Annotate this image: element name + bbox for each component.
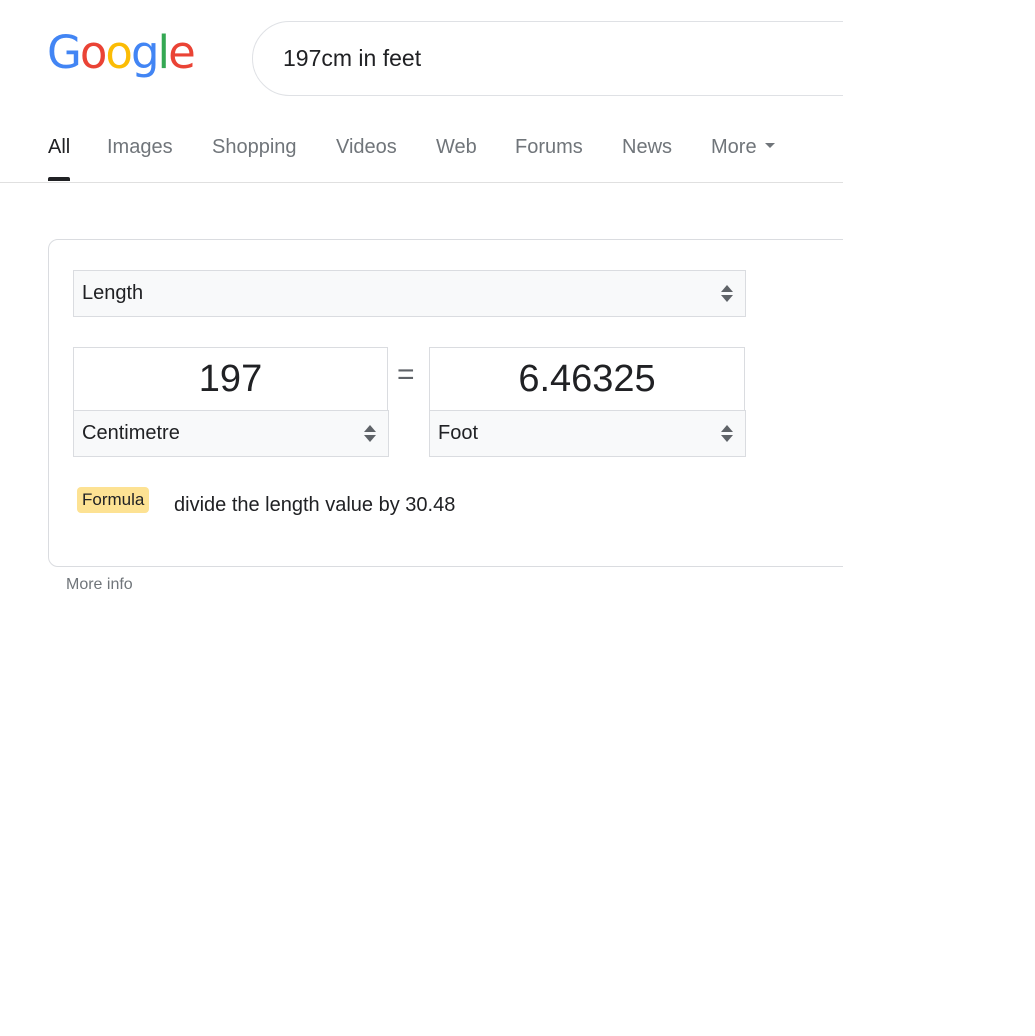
tab-forums[interactable]: Forums xyxy=(515,136,583,159)
logo-letter: G xyxy=(47,26,82,79)
tab-videos[interactable]: Videos xyxy=(336,136,397,159)
search-box[interactable] xyxy=(252,21,843,96)
caret-down-icon xyxy=(764,143,775,149)
formula-text: divide the length value by 30.48 xyxy=(174,494,456,516)
search-tabs: All Images Shopping Videos Web Forums Ne… xyxy=(0,120,843,183)
to-unit-select[interactable]: Foot xyxy=(429,410,746,457)
search-results-page: Google All Images Shopping Videos Web Fo… xyxy=(0,0,843,590)
category-value: Length xyxy=(82,282,144,304)
tab-news[interactable]: News xyxy=(622,136,672,159)
equals-sign: = xyxy=(397,358,415,391)
to-value-box xyxy=(429,347,745,411)
select-arrows-icon xyxy=(364,424,376,444)
tab-label: Shopping xyxy=(212,136,297,158)
more-info-link[interactable]: More info xyxy=(66,576,133,590)
tab-label: Web xyxy=(436,136,477,158)
search-input[interactable] xyxy=(283,45,783,72)
to-value-input[interactable] xyxy=(430,348,744,411)
tab-label: Forums xyxy=(515,136,583,158)
logo-letter: o xyxy=(79,26,108,79)
unit-converter-card: Length Centimetre = Foot Formula divide … xyxy=(48,239,843,567)
select-arrows-icon xyxy=(721,284,733,304)
tab-label: Images xyxy=(107,136,173,158)
tab-label: Videos xyxy=(336,136,397,158)
tab-shopping[interactable]: Shopping xyxy=(212,136,297,159)
from-value-input[interactable] xyxy=(74,348,387,411)
select-arrows-icon xyxy=(721,424,733,444)
logo-letter: e xyxy=(168,26,196,79)
from-unit-select[interactable]: Centimetre xyxy=(73,410,389,457)
tab-web[interactable]: Web xyxy=(436,136,477,159)
tab-images[interactable]: Images xyxy=(107,136,173,159)
from-value-box xyxy=(73,347,388,411)
tab-all[interactable]: All xyxy=(48,136,71,181)
google-logo[interactable]: Google xyxy=(47,26,196,79)
category-select[interactable]: Length xyxy=(73,270,746,317)
tab-more[interactable]: More xyxy=(711,136,775,159)
to-unit-value: Foot xyxy=(438,422,479,444)
tab-label: All xyxy=(48,136,71,158)
tab-label: More xyxy=(711,136,757,158)
logo-letter: o xyxy=(105,26,133,79)
formula-badge: Formula xyxy=(77,487,150,513)
tab-label: News xyxy=(622,136,673,158)
logo-letter: g xyxy=(130,26,160,79)
from-unit-value: Centimetre xyxy=(82,422,180,444)
logo-letter: l xyxy=(157,26,170,79)
